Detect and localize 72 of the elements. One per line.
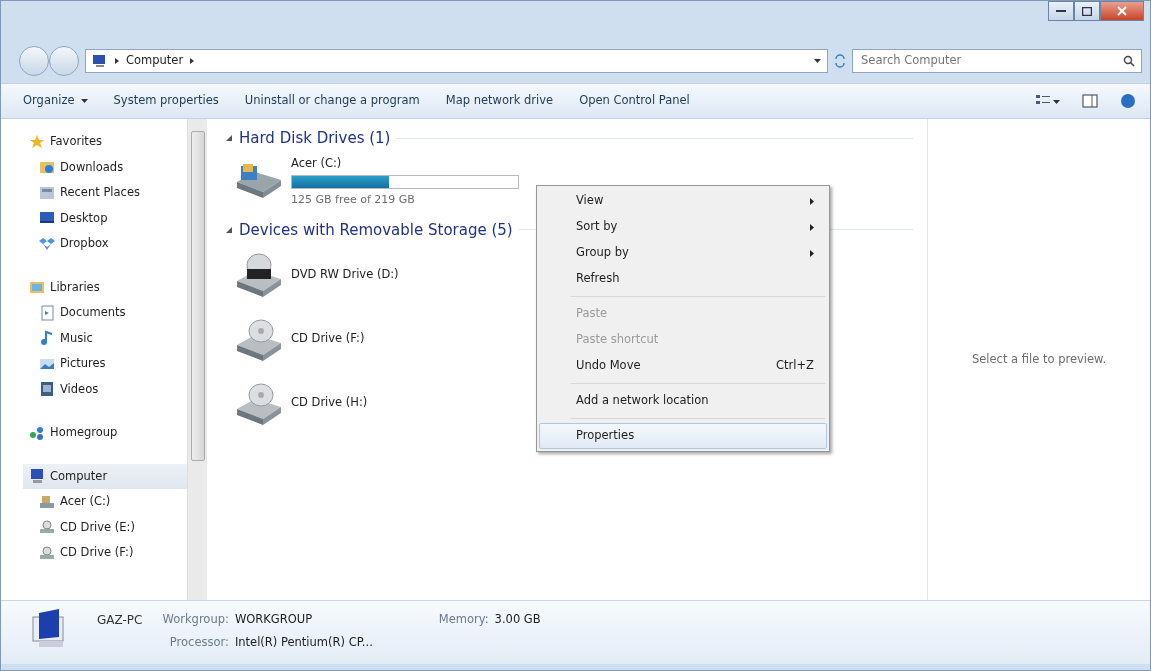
drive-name[interactable]: CD Drive (F:) xyxy=(291,330,365,348)
field-label: Memory: xyxy=(438,611,489,628)
toolbar-button[interactable]: System properties xyxy=(105,88,233,114)
drive-name[interactable]: DVD RW Drive (D:) xyxy=(291,266,399,284)
box-icon xyxy=(39,235,55,252)
chevron-icon[interactable] xyxy=(189,57,196,65)
field-value: WORKGROUP xyxy=(234,611,314,628)
nav-item[interactable]: Libraries xyxy=(23,274,187,300)
menu-item[interactable]: Refresh xyxy=(539,266,827,292)
computer-icon xyxy=(29,468,45,485)
address-bar[interactable]: Computer xyxy=(85,49,828,73)
nav-item[interactable]: Music xyxy=(33,325,187,351)
free-space-text: 125 GB free of 219 GB xyxy=(291,192,416,209)
field-label: Workgroup: xyxy=(162,611,229,628)
nav-item[interactable]: CD Drive (F:) xyxy=(33,540,187,566)
star-icon xyxy=(29,133,45,150)
search-field[interactable]: Search Computer xyxy=(852,49,1142,73)
nav-item[interactable]: Desktop xyxy=(33,205,187,231)
nav-item[interactable]: Videos xyxy=(33,376,187,402)
dropdown-caret-icon[interactable] xyxy=(814,59,821,63)
minimize-icon xyxy=(1056,9,1066,13)
nav-item[interactable]: Homegroup xyxy=(23,420,187,446)
computer-name: GAZ-PC xyxy=(97,612,143,629)
toolbar-button[interactable]: Map network drive xyxy=(437,88,568,114)
field-value: Intel(R) Pentium(R) CP... xyxy=(234,634,373,652)
maximize-icon xyxy=(1082,6,1092,16)
menu-item[interactable]: Undo Move Ctrl+Z xyxy=(539,353,827,379)
scrollbar[interactable] xyxy=(187,119,207,600)
hard-drive-icon xyxy=(39,493,55,510)
toolbar-button[interactable]: Organize xyxy=(15,88,102,114)
collapse-arrow-icon[interactable] xyxy=(225,225,233,234)
field-label: Processor: xyxy=(168,634,229,652)
nav-item[interactable]: Acer (C:) xyxy=(33,489,187,515)
breadcrumb-link[interactable]: Computer xyxy=(126,52,184,70)
nav-item[interactable]: Documents xyxy=(33,300,187,326)
chevron-icon[interactable] xyxy=(114,57,120,65)
toolbar-button[interactable]: Open Control Panel xyxy=(571,88,704,114)
nav-item[interactable]: Recent Places xyxy=(33,180,187,206)
field-value: 3.00 GB xyxy=(494,611,541,628)
menu-item[interactable]: Add a network location xyxy=(539,388,827,414)
minimize-button[interactable] xyxy=(1048,1,1074,21)
downloads-folder-icon xyxy=(39,159,55,176)
toolbar-button[interactable]: Uninstall or change a program xyxy=(236,88,434,114)
menu-item[interactable]: Sort by xyxy=(539,214,827,240)
music-note-icon xyxy=(39,330,55,347)
disc-drive-icon xyxy=(39,519,55,536)
group-header[interactable]: Devices with Removable Storage (5) xyxy=(239,218,513,241)
document-icon xyxy=(39,304,55,321)
video-icon xyxy=(39,381,55,398)
menu-item[interactable]: View xyxy=(539,188,827,214)
group-header[interactable]: Hard Disk Drives (1) xyxy=(239,126,391,150)
nav-item[interactable]: Pictures xyxy=(33,351,187,377)
maximize-button[interactable] xyxy=(1074,1,1100,21)
nav-item[interactable]: CD Drive (E:) xyxy=(33,514,187,540)
nav-item[interactable]: Computer xyxy=(23,463,187,489)
drive-name[interactable]: CD Drive (H:) xyxy=(291,394,368,412)
drive-name[interactable]: Acer (C:) xyxy=(291,155,519,173)
nav-item[interactable]: Favorites xyxy=(23,129,187,155)
preview-pane-icon[interactable] xyxy=(1082,94,1098,108)
recent-places-icon xyxy=(39,184,55,201)
nav-item[interactable]: Downloads xyxy=(33,154,187,180)
computer-icon xyxy=(92,54,108,68)
close-button[interactable] xyxy=(1100,1,1144,21)
preview-message: Select a file to preview. xyxy=(971,350,1107,368)
menu-item[interactable]: Properties xyxy=(539,423,827,449)
menu-item[interactable]: Group by xyxy=(539,240,827,266)
libraries-icon xyxy=(29,279,45,296)
nav-item[interactable]: Dropbox xyxy=(33,231,187,257)
collapse-arrow-icon[interactable] xyxy=(225,134,233,142)
close-icon xyxy=(1117,6,1127,16)
disc-drive-icon xyxy=(39,544,55,561)
search-icon[interactable] xyxy=(1123,55,1135,67)
